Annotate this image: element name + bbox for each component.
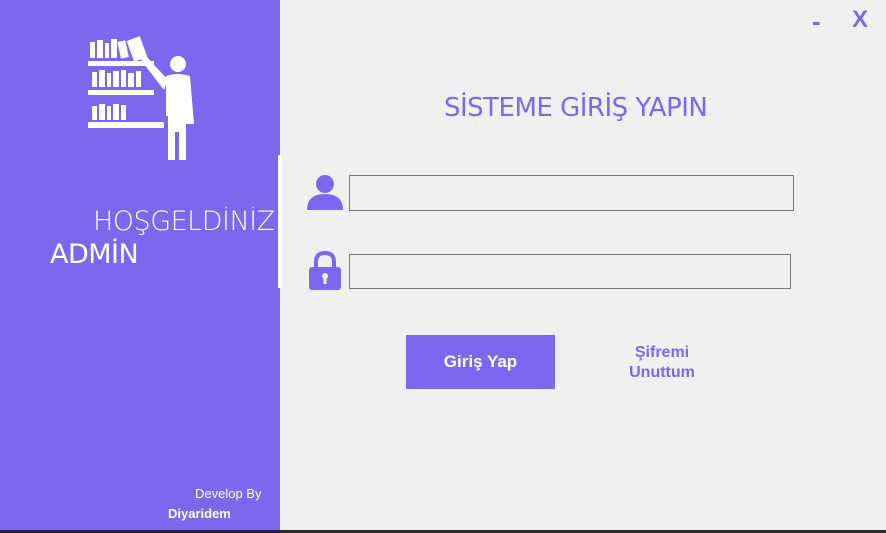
librarian-bookshelf-icon: [88, 36, 194, 160]
panel-notch: [278, 155, 282, 288]
welcome-text: HOŞGELDİNİZ: [93, 206, 275, 237]
welcome-panel: HOŞGELDİNİZ ADMİN Develop By Diyaridem: [0, 0, 280, 530]
role-text: ADMİN: [50, 239, 139, 270]
lock-icon: [309, 251, 341, 290]
close-button[interactable]: X: [852, 6, 868, 34]
user-icon: [307, 175, 343, 210]
develop-by-label: Develop By: [195, 486, 262, 501]
developer-name: Diyaridem: [168, 506, 231, 521]
forgot-password-link[interactable]: Şifremi Unuttum: [616, 343, 708, 383]
login-button[interactable]: Giriş Yap: [406, 335, 555, 389]
minimize-button[interactable]: -: [812, 6, 821, 37]
login-title: SİSTEME GİRİŞ YAPIN: [444, 93, 708, 123]
login-window: HOŞGELDİNİZ ADMİN Develop By Diyaridem -…: [0, 0, 886, 530]
username-input[interactable]: [349, 175, 794, 211]
password-input[interactable]: [349, 254, 791, 289]
